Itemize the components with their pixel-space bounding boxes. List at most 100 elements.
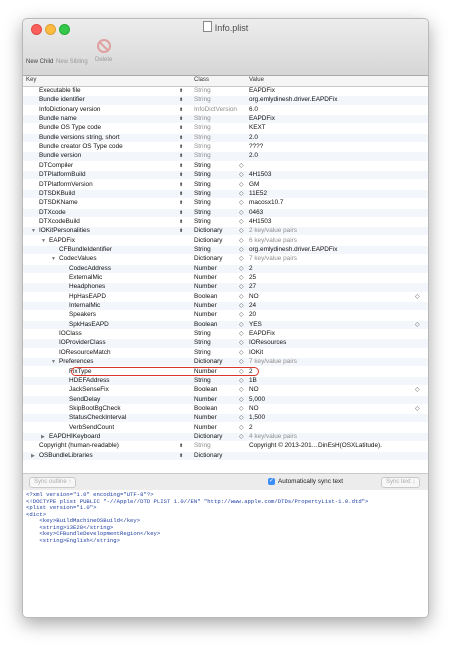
row-key[interactable]: InternalMic <box>69 302 100 310</box>
sync-outline-button[interactable]: Sync outline ↑ <box>29 477 77 488</box>
row-value[interactable]: IOKit <box>249 349 263 357</box>
class-stepper-icon[interactable]: ◇ <box>239 190 244 198</box>
class-stepper-icon[interactable]: ◇ <box>239 274 244 282</box>
value-column-header[interactable]: Value <box>249 77 264 83</box>
class-stepper-icon[interactable]: ◇ <box>239 293 244 301</box>
row-key[interactable]: IOKitPersonalities <box>39 227 90 235</box>
row-value[interactable]: org.emlydinesh.driver.EAPDFix <box>249 246 337 254</box>
class-stepper-icon[interactable]: ◇ <box>239 349 244 357</box>
outline-row[interactable]: CFBundleIdentifier String ◇ org.emlydinesh.… <box>23 245 428 255</box>
row-value[interactable]: 27 <box>249 283 256 291</box>
sync-text-button[interactable]: Sync text ↓ <box>381 477 421 488</box>
disclosure-open-icon[interactable]: ▼ <box>31 227 36 235</box>
row-class[interactable]: String <box>194 209 211 217</box>
outline-row[interactable]: VerbSendCount Number ◇ 2 <box>23 424 428 432</box>
outline-row[interactable]: StatusCheckInterval Number ◇ 1,500 <box>23 414 428 423</box>
outline-row[interactable]: Bundle version ⬍ String 2.0 <box>23 152 428 161</box>
row-class[interactable]: Dictionary <box>194 452 222 460</box>
outline-row[interactable]: FixType Number ◇ 2 <box>23 368 428 376</box>
class-stepper-icon[interactable]: ◇ <box>239 339 244 347</box>
key-stepper-icon[interactable]: ⬍ <box>179 152 183 160</box>
row-key[interactable]: JackSenseFix <box>69 386 109 394</box>
outline-row[interactable]: Headphones Number ◇ 27 <box>23 283 428 292</box>
row-value[interactable]: 7 key/value pairs <box>249 358 297 366</box>
row-key[interactable]: FixType <box>69 368 91 376</box>
row-value[interactable]: NO <box>249 293 259 301</box>
row-class[interactable]: String <box>194 330 211 338</box>
class-column-header[interactable]: Class <box>194 77 209 83</box>
outline-row[interactable]: ▼ EAPDFix Dictionary ◇ 6 key/value pairs <box>23 237 428 245</box>
row-class[interactable]: String <box>194 442 211 450</box>
row-key[interactable]: Preferences <box>59 358 93 366</box>
row-class[interactable]: String <box>194 96 211 104</box>
class-stepper-icon[interactable]: ◇ <box>239 368 244 376</box>
boolean-dropdown-icon[interactable]: ◇ <box>415 293 420 301</box>
outline-row[interactable]: Bundle identifier ⬍ String org.emlydinesh.d… <box>23 96 428 105</box>
row-key[interactable]: CodecAddress <box>69 265 111 273</box>
outline-row[interactable]: Bundle creator OS Type code ⬍ String???? <box>23 143 428 151</box>
row-class[interactable]: Dictionary <box>194 255 222 263</box>
row-class[interactable]: String <box>194 199 211 207</box>
row-class[interactable]: InfoDictVersion <box>194 106 237 114</box>
row-value[interactable]: NO <box>249 386 259 394</box>
row-key[interactable]: Bundle identifier <box>39 96 85 104</box>
row-class[interactable]: String <box>194 171 211 179</box>
outline-row[interactable]: InfoDictionary version ⬍ InfoDictVersion 6.… <box>23 106 428 114</box>
class-stepper-icon[interactable]: ◇ <box>239 377 244 385</box>
row-value[interactable]: EAPDFix <box>249 115 275 123</box>
row-value[interactable]: 20 <box>249 311 256 319</box>
class-stepper-icon[interactable]: ◇ <box>239 255 244 263</box>
row-key[interactable]: ExternalMic <box>69 274 102 282</box>
key-stepper-icon[interactable]: ⬍ <box>179 199 183 207</box>
row-key[interactable]: Copyright (human-readable) <box>39 442 119 450</box>
row-class[interactable]: String <box>194 134 211 142</box>
row-key[interactable]: SpkHasEAPD <box>69 321 109 329</box>
disclosure-open-icon[interactable]: ▼ <box>51 358 56 366</box>
row-value[interactable]: EAPDFix <box>249 330 275 338</box>
row-key[interactable]: EAPDFix <box>49 237 75 245</box>
key-column-header[interactable]: Key <box>26 77 36 83</box>
outline-row[interactable]: SendDelay Number ◇ 5,000 <box>23 395 428 404</box>
boolean-dropdown-icon[interactable]: ◇ <box>415 405 420 413</box>
class-stepper-icon[interactable]: ◇ <box>239 405 244 413</box>
row-class[interactable]: String <box>194 87 211 95</box>
key-stepper-icon[interactable]: ⬍ <box>179 124 183 132</box>
class-stepper-icon[interactable]: ◇ <box>239 265 244 273</box>
row-value[interactable]: 24 <box>249 302 256 310</box>
row-class[interactable]: Boolean <box>194 405 217 413</box>
row-key[interactable]: VerbSendCount <box>69 424 114 432</box>
row-class[interactable]: String <box>194 377 211 385</box>
outline-row[interactable]: Speakers Number ◇ 20 <box>23 311 428 319</box>
disclosure-closed-icon[interactable]: ▶ <box>41 433 45 441</box>
class-stepper-icon[interactable]: ◇ <box>239 321 244 329</box>
row-value[interactable]: EAPDFix <box>249 87 275 95</box>
outline-row[interactable]: DTPlatformBuild ⬍ String ◇ 4H1503 <box>23 171 428 180</box>
row-class[interactable]: String <box>194 246 211 254</box>
outline-row[interactable]: InternalMic Number ◇ 24 <box>23 302 428 311</box>
row-class[interactable]: String <box>194 339 211 347</box>
row-class[interactable]: String <box>194 218 211 226</box>
boolean-dropdown-icon[interactable]: ◇ <box>415 386 420 394</box>
outline-row[interactable]: ExternalMic Number ◇ 25 <box>23 274 428 282</box>
key-stepper-icon[interactable]: ⬍ <box>179 218 183 226</box>
class-stepper-icon[interactable]: ◇ <box>239 302 244 310</box>
class-stepper-icon[interactable]: ◇ <box>239 246 244 254</box>
outline-row[interactable]: CodecAddress Number ◇ 2 <box>23 264 428 273</box>
row-key[interactable]: HpHasEAPD <box>69 293 106 301</box>
class-stepper-icon[interactable]: ◇ <box>239 227 244 235</box>
row-class[interactable]: Number <box>194 396 217 404</box>
key-stepper-icon[interactable]: ⬍ <box>179 209 183 217</box>
key-stepper-icon[interactable]: ⬍ <box>179 134 183 142</box>
outline-row[interactable]: DTSDKBuild ⬍ String ◇ 11E52 <box>23 189 428 199</box>
row-key[interactable]: HDEFAddress <box>69 377 110 385</box>
key-stepper-icon[interactable]: ⬍ <box>179 442 183 450</box>
row-value[interactable]: KEXT <box>249 124 266 132</box>
row-value[interactable]: IOResources <box>249 339 286 347</box>
key-stepper-icon[interactable]: ⬍ <box>179 96 183 104</box>
new-child-button[interactable]: New Child <box>26 37 53 65</box>
row-value[interactable]: 4H1503 <box>249 171 271 179</box>
row-class[interactable]: Boolean <box>194 321 217 329</box>
outline-row[interactable]: HDEFAddress String ◇ 1B <box>23 376 428 386</box>
row-key[interactable]: DTSDKBuild <box>39 190 75 198</box>
outline-row[interactable]: ▼ IOKitPersonalities ⬍ Dictionary ◇ 2 key/val… <box>23 227 428 236</box>
